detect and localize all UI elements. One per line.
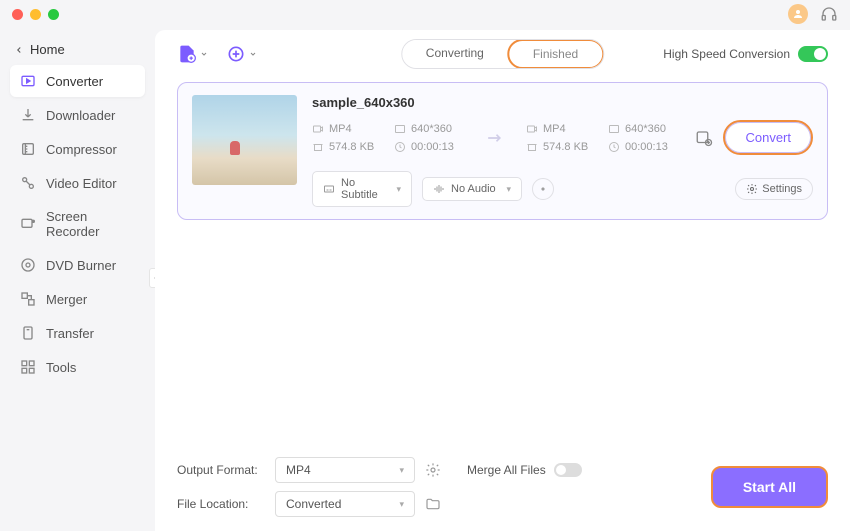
info-button[interactable] xyxy=(532,178,554,200)
sidebar-label: DVD Burner xyxy=(46,258,116,273)
window-controls xyxy=(12,9,59,20)
dvd-burner-icon xyxy=(20,257,36,273)
tab-finished[interactable]: Finished xyxy=(507,39,604,69)
video-thumbnail[interactable] xyxy=(192,95,297,185)
support-icon[interactable] xyxy=(820,5,838,23)
subtitle-dropdown[interactable]: No Subtitle ▾ xyxy=(312,171,412,207)
sidebar-item-compressor[interactable]: Compressor xyxy=(10,133,145,165)
sidebar-label: Downloader xyxy=(46,108,115,123)
resolution-icon xyxy=(608,123,620,135)
footer: Output Format: MP4 ▾ Merge All Files Fil… xyxy=(177,443,828,517)
clock-icon xyxy=(608,141,620,153)
tools-icon xyxy=(20,359,36,375)
convert-button[interactable]: Convert xyxy=(723,120,813,155)
link-plus-icon xyxy=(226,44,246,64)
sidebar-item-tools[interactable]: Tools xyxy=(10,351,145,383)
file-location-label: File Location: xyxy=(177,497,265,511)
file-name: sample_640x360 xyxy=(312,95,813,110)
screen-recorder-icon xyxy=(20,216,36,232)
clock-icon xyxy=(394,141,406,153)
merge-label: Merge All Files xyxy=(467,463,546,477)
video-icon xyxy=(526,123,538,135)
converter-icon xyxy=(20,73,36,89)
sidebar-label: Converter xyxy=(46,74,103,89)
sidebar-item-dvd-burner[interactable]: DVD Burner xyxy=(10,249,145,281)
chevron-down-icon xyxy=(249,50,257,58)
settings-button[interactable]: Settings xyxy=(735,178,813,200)
chevron-down-icon: ▾ xyxy=(399,465,404,476)
merger-icon xyxy=(20,291,36,307)
size-icon xyxy=(526,141,538,153)
downloader-icon xyxy=(20,107,36,123)
size-icon xyxy=(312,141,324,153)
high-speed-label: High Speed Conversion xyxy=(663,47,790,61)
sidebar-label: Screen Recorder xyxy=(46,209,135,239)
sidebar-item-transfer[interactable]: Transfer xyxy=(10,317,145,349)
sidebar-label: Merger xyxy=(46,292,87,307)
add-url-button[interactable] xyxy=(226,44,257,64)
video-editor-icon xyxy=(20,175,36,191)
status-tabs: Converting Finished xyxy=(401,39,604,69)
audio-icon xyxy=(433,183,445,195)
main-header: Converting Finished High Speed Conversio… xyxy=(177,44,828,64)
gear-icon xyxy=(746,183,758,195)
sidebar-label: Video Editor xyxy=(46,176,117,191)
sidebar-item-downloader[interactable]: Downloader xyxy=(10,99,145,131)
gear-icon xyxy=(425,462,441,478)
arrow-right-icon xyxy=(476,128,512,148)
chevron-down-icon xyxy=(200,50,208,58)
sidebar: Home Converter Downloader Compressor Vid… xyxy=(0,28,155,531)
merge-toggle[interactable] xyxy=(554,463,582,477)
chevron-down-icon: ▾ xyxy=(396,184,401,195)
subtitle-icon xyxy=(323,183,335,195)
info-icon xyxy=(537,183,549,195)
output-format-label: Output Format: xyxy=(177,463,265,477)
sidebar-item-video-editor[interactable]: Video Editor xyxy=(10,167,145,199)
user-avatar-button[interactable] xyxy=(788,4,808,24)
chevron-down-icon: ▾ xyxy=(506,184,511,195)
sidebar-label: Tools xyxy=(46,360,76,375)
output-settings-button[interactable] xyxy=(425,462,441,478)
transfer-icon xyxy=(20,325,36,341)
sidebar-label: Transfer xyxy=(46,326,94,341)
resolution-icon xyxy=(394,123,406,135)
titlebar xyxy=(0,0,850,28)
home-label: Home xyxy=(30,42,65,57)
high-speed-toggle[interactable] xyxy=(798,46,828,62)
main-panel: Converting Finished High Speed Conversio… xyxy=(155,30,850,531)
sidebar-item-converter[interactable]: Converter xyxy=(10,65,145,97)
maximize-window-button[interactable] xyxy=(48,9,59,20)
file-plus-icon xyxy=(177,44,197,64)
chevron-left-icon xyxy=(14,45,24,55)
home-link[interactable]: Home xyxy=(10,36,145,63)
compressor-icon xyxy=(20,141,36,157)
sidebar-item-screen-recorder[interactable]: Screen Recorder xyxy=(10,201,145,247)
chevron-down-icon: ▾ xyxy=(399,499,404,510)
sidebar-item-merger[interactable]: Merger xyxy=(10,283,145,315)
minimize-window-button[interactable] xyxy=(30,9,41,20)
add-file-button[interactable] xyxy=(177,44,208,64)
tab-converting[interactable]: Converting xyxy=(402,40,508,68)
output-format-select[interactable]: MP4 ▾ xyxy=(275,457,415,483)
file-card: sample_640x360 MP4 640*360 574.8 KB 00:0… xyxy=(177,82,828,220)
folder-icon xyxy=(425,496,441,512)
video-icon xyxy=(312,123,324,135)
sidebar-label: Compressor xyxy=(46,142,117,157)
file-location-select[interactable]: Converted ▾ xyxy=(275,491,415,517)
close-window-button[interactable] xyxy=(12,9,23,20)
audio-dropdown[interactable]: No Audio ▾ xyxy=(422,177,522,201)
open-folder-button[interactable] xyxy=(425,496,441,512)
start-all-button[interactable]: Start All xyxy=(711,466,828,508)
edit-output-button[interactable] xyxy=(695,129,713,147)
